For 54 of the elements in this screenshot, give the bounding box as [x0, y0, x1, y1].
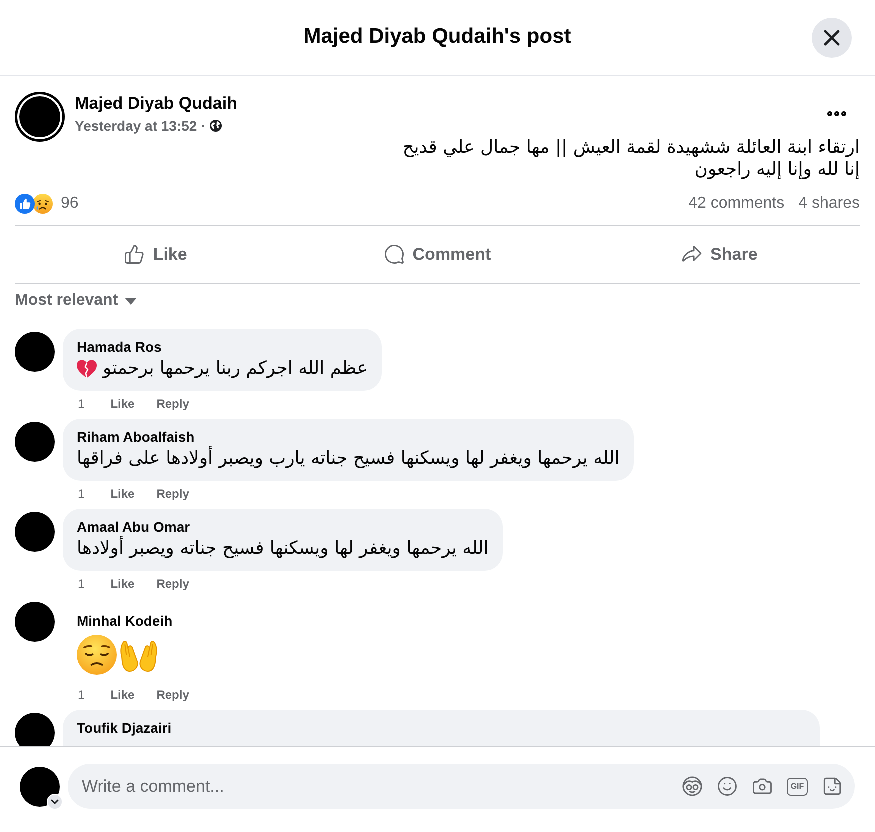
close-button[interactable] — [812, 18, 852, 58]
comment-time[interactable]: 1 — [78, 396, 85, 412]
comment-like-link[interactable]: Like — [110, 576, 135, 592]
user-avatar[interactable] — [20, 767, 60, 807]
commenter-name[interactable]: Hamada Ros — [77, 338, 162, 356]
sort-dropdown[interactable]: Most relevant — [15, 291, 138, 311]
commenter-name[interactable]: Minhal Kodeih — [77, 612, 173, 630]
comment-time[interactable]: 1 — [78, 687, 85, 703]
commenter-name[interactable]: Toufik Djazairi — [77, 719, 172, 737]
comment-input-field[interactable]: Write a comment... GIF — [68, 764, 855, 809]
post-text: ارتقاء ابنة العائلة ششهيدة لقمة العيش || مها جمال علي قديح إنا لله وإنا إليه راجعون — [402, 137, 860, 181]
comment-like-link[interactable]: Like — [110, 687, 135, 703]
camera-icon[interactable] — [752, 776, 773, 797]
commenter-name[interactable]: Riham Aboalfaish — [77, 428, 195, 446]
pensive-face-icon — [77, 635, 117, 675]
post-action-button[interactable]: Like — [122, 242, 190, 268]
post-action-button[interactable]: Comment — [382, 242, 494, 268]
shares-count[interactable]: 4 shares — [798, 192, 860, 216]
comment-like-link[interactable]: Like — [110, 486, 135, 502]
commenter-avatar — [15, 713, 55, 746]
commenter-avatar — [15, 512, 55, 552]
reaction-count[interactable]: 96 — [61, 192, 79, 216]
chevron-down-icon[interactable] — [47, 794, 63, 810]
comment-text: الله يرحمها ويغفر لها ويسكنها فسيح جناته ويصبر أولادها — [77, 536, 489, 561]
speech-bubble-icon — [384, 244, 405, 265]
caret-down-icon — [125, 298, 138, 304]
commenter-avatar — [15, 602, 55, 642]
broken-heart-icon — [77, 360, 97, 378]
commenter-avatar — [15, 422, 55, 462]
post-time[interactable]: Yesterday at 13:52 · — [75, 117, 206, 135]
comment-reply-link[interactable]: Reply — [156, 576, 190, 592]
cartoon-face-icon[interactable] — [682, 776, 703, 797]
comment-reply-link[interactable]: Reply — [156, 486, 190, 502]
like-reaction-icon — [15, 194, 35, 214]
globe-icon — [210, 120, 222, 132]
comment-reply-link[interactable]: Reply — [156, 687, 190, 703]
profile-avatar[interactable] — [15, 92, 65, 142]
post-action-button[interactable]: Share — [678, 242, 760, 268]
commenter-name[interactable]: Amaal Abu Omar — [77, 518, 190, 536]
author-name[interactable]: Majed Diyab Qudaih — [75, 93, 238, 115]
comment-time[interactable]: 1 — [78, 576, 85, 592]
gif-button[interactable]: GIF — [787, 778, 808, 796]
comment-like-link[interactable]: Like — [110, 396, 135, 412]
sad-reaction-icon — [33, 194, 53, 214]
dialog-title: Majed Diyab Qudaih's post — [304, 24, 572, 50]
commenter-avatar — [15, 332, 55, 372]
comment-time[interactable]: 1 — [78, 486, 85, 502]
comment-reply-link[interactable]: Reply — [156, 396, 190, 412]
thumbs-up-icon — [124, 244, 146, 265]
comment-text: الله يرحمها ويغفر لها ويسكنها فسيح جناته يارب ويصبر أولادها على فراقها — [77, 446, 620, 471]
comment-text: عظم الله اجركم ربنا يرحمها برحمتو — [103, 357, 368, 381]
smiley-icon[interactable] — [717, 776, 738, 797]
comments-count[interactable]: 42 comments — [688, 192, 785, 216]
sticker-icon[interactable] — [822, 776, 843, 797]
